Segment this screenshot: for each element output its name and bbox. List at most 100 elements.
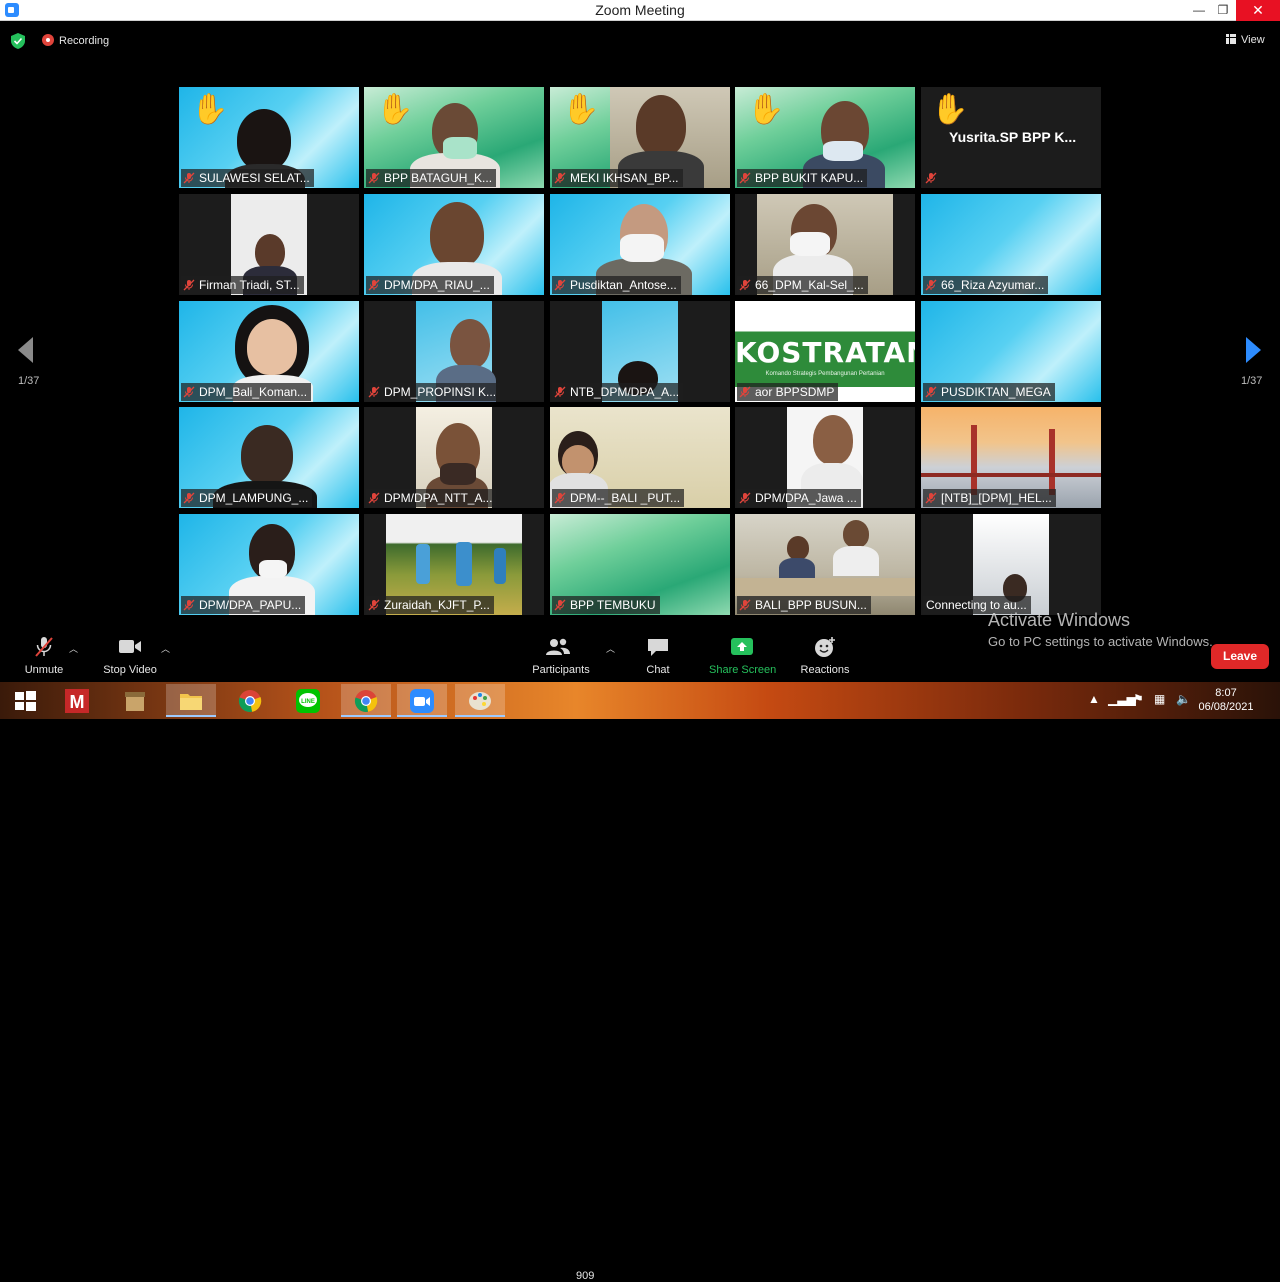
video-tile[interactable]: ✋ BPP BATAGUH_K... [364, 87, 544, 188]
next-page-arrow-icon[interactable] [1246, 337, 1261, 363]
maximize-button[interactable]: ❐ [1208, 0, 1238, 21]
muted-mic-icon [183, 279, 195, 291]
muted-mic-icon [739, 386, 751, 398]
participant-name-label: DPM/DPA_RIAU_... [366, 276, 494, 294]
raised-hand-icon: ✋ [562, 93, 600, 126]
reactions-smiley-icon [815, 637, 835, 657]
previous-page-arrow-icon[interactable] [18, 337, 33, 363]
muted-mic-icon [183, 386, 195, 398]
participant-name-label: MEKI IKHSAN_BP... [552, 169, 683, 187]
video-tile[interactable]: BALI_BPP BUSUN... [735, 514, 915, 615]
participants-options-caret-icon[interactable]: ︿ [606, 642, 615, 655]
chat-button[interactable]: Chat [640, 636, 676, 676]
taskbar-app-archive[interactable] [110, 684, 160, 717]
muted-mic-icon [368, 386, 380, 398]
muted-mic-icon [368, 279, 380, 291]
recording-icon [42, 34, 54, 46]
video-tile[interactable]: Pusdiktan_Antose... [550, 194, 730, 295]
video-tile[interactable]: DPM_LAMPUNG_... [179, 407, 359, 508]
muted-mic-icon [554, 599, 566, 611]
unmute-button[interactable]: Unmute [22, 636, 66, 676]
muted-mic-icon [739, 492, 751, 504]
video-tile[interactable]: Zuraidah_KJFT_P... [364, 514, 544, 615]
device-icon[interactable]: ▦ [1154, 692, 1165, 706]
share-screen-icon [731, 638, 753, 655]
video-tile[interactable]: KOSTRATANI Komando Strategis Pembangunan… [735, 301, 915, 402]
participant-name-label: [NTB]_[DPM]_HEL... [923, 489, 1056, 507]
taskbar-app-file-explorer[interactable] [166, 684, 216, 717]
taskbar-app-paint[interactable] [455, 684, 505, 717]
kostratani-banner-subtitle: Komando Strategis Pembangunan Pertanian [765, 371, 885, 377]
video-tile[interactable]: 66_DPM_Kal-Sel_... [735, 194, 915, 295]
network-signal-icon[interactable]: ▁▃▅ [1108, 692, 1136, 706]
video-tile[interactable]: DPM/DPA_PAPU... [179, 514, 359, 615]
close-window-button[interactable]: ✕ [1236, 0, 1280, 21]
video-tile[interactable]: DPM--_BALI _PUT... [550, 407, 730, 508]
participant-name-label: DPM_LAMPUNG_... [181, 489, 313, 507]
participant-name-label: aor BPPSDMP [737, 383, 839, 401]
participant-name-label: DPM/DPA_PAPU... [181, 596, 306, 614]
taskbar-clock[interactable]: 8:07 06/08/2021 [1196, 686, 1256, 714]
video-tile[interactable]: DPM/DPA_NTT_A... [364, 407, 544, 508]
participant-name-label: Firman Triadi, ST... [181, 276, 304, 294]
video-tile[interactable]: 66_Riza Azyumar... [921, 194, 1101, 295]
video-tile[interactable]: ✋ SULAWESI SELAT... [179, 87, 359, 188]
windows-start-button[interactable] [0, 684, 50, 717]
muted-mic-icon [739, 279, 751, 291]
folder-icon [180, 694, 202, 710]
participant-name-label: DPM/DPA_Jawa ... [737, 489, 861, 507]
video-tile[interactable]: [NTB]_[DPM]_HEL... [921, 407, 1101, 508]
taskbar-app-zoom[interactable] [397, 684, 447, 717]
taskbar-app-chrome[interactable] [225, 684, 275, 717]
video-options-caret-icon[interactable]: ︿ [161, 642, 170, 655]
svg-text:LINE: LINE [301, 699, 315, 705]
view-button[interactable]: View [1226, 34, 1265, 46]
taskbar-app-line[interactable]: LINE [283, 684, 333, 717]
muted-mic-icon [183, 492, 195, 504]
muted-mic-icon [368, 492, 380, 504]
share-screen-button[interactable]: Share Screen [709, 636, 777, 676]
taskbar-app-chrome-2[interactable] [341, 684, 391, 717]
participants-button[interactable]: Participants [531, 636, 591, 676]
view-label: View [1241, 34, 1265, 46]
stop-video-button[interactable]: Stop Video [101, 636, 159, 676]
video-tile[interactable]: Connecting to au... [921, 514, 1101, 615]
muted-mic-icon [925, 492, 937, 504]
video-tile[interactable]: NTB_DPM/DPA_A... [550, 301, 730, 402]
video-tile[interactable]: ✋ BPP BUKIT KAPU... [735, 87, 915, 188]
video-tile[interactable]: Firman Triadi, ST... [179, 194, 359, 295]
participants-icon [546, 638, 570, 655]
volume-icon[interactable]: 🔈 [1176, 692, 1191, 706]
encryption-shield-icon[interactable] [11, 33, 25, 49]
participant-name-label: 66_DPM_Kal-Sel_... [737, 276, 868, 294]
flag-icon[interactable]: ⚑ [1133, 692, 1144, 706]
muted-mic-icon [183, 172, 195, 184]
participants-label: Participants [532, 664, 590, 676]
tray-overflow-icon[interactable]: ▲ [1088, 692, 1100, 706]
kostratani-banner-title: KOSTRATANI [735, 336, 915, 369]
audio-options-caret-icon[interactable]: ︿ [69, 642, 78, 655]
raised-hand-icon: ✋ [931, 93, 969, 126]
muted-mic-icon [925, 279, 937, 291]
participant-name-label: BPP BATAGUH_K... [366, 169, 497, 187]
share-screen-label: Share Screen [709, 664, 777, 676]
video-tile[interactable]: ✋ MEKI IKHSAN_BP... [550, 87, 730, 188]
video-tile[interactable]: DPM/DPA_Jawa ... [735, 407, 915, 508]
video-tile[interactable]: ✋ Yusrita.SP BPP K... [921, 87, 1101, 188]
meeting-info-bar: Recording View [0, 22, 1280, 60]
video-tile[interactable]: PUSDIKTAN_MEGA [921, 301, 1101, 402]
reactions-button[interactable]: Reactions [800, 636, 850, 676]
video-tile[interactable]: DPM/DPA_RIAU_... [364, 194, 544, 295]
leave-meeting-button[interactable]: Leave [1211, 644, 1269, 669]
participant-name-label: NTB_DPM/DPA_A... [552, 383, 684, 401]
video-tile[interactable]: BPP TEMBUKU [550, 514, 730, 615]
clock-time: 8:07 [1215, 687, 1237, 699]
taskbar-app-m[interactable]: M [52, 684, 102, 717]
participant-name-label: BPP TEMBUKU [552, 596, 660, 614]
chrome-icon [354, 690, 378, 712]
recording-indicator[interactable]: Recording [42, 34, 109, 48]
recording-label: Recording [59, 35, 110, 47]
video-tile[interactable]: DPM_Bali_Koman... [179, 301, 359, 402]
participant-name-large: Yusrita.SP BPP K... [949, 129, 1077, 145]
video-tile[interactable]: DPM_PROPINSI K... [364, 301, 544, 402]
